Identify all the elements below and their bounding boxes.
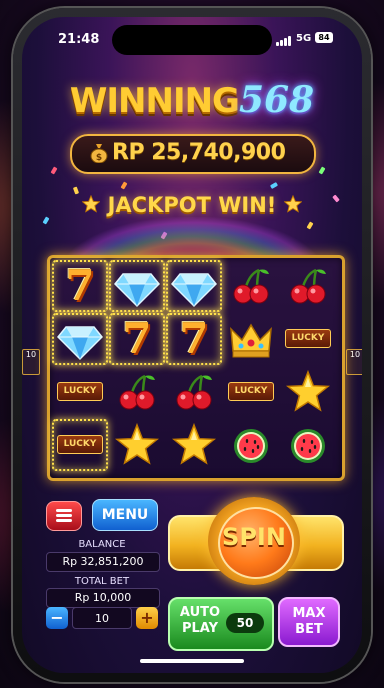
star-icon [280,366,336,418]
star-icon [166,419,222,471]
paylines-left-badge: 10 [22,349,40,375]
reel-cell: 7 [52,260,108,312]
bet-step-value: 10 [72,607,132,629]
watermelon-icon [280,419,336,471]
logo-word: WINNING [69,81,240,121]
game-screen: 21:48 5G 84 WINNING568 $ RP 25,740,900 J… [22,17,362,673]
watermelon-icon [223,419,279,471]
reel-cell [223,313,279,365]
autoplay-label-line1: AUTO [179,605,221,620]
autoplay-button[interactable]: AUTO PLAY 50 [168,597,274,651]
menu-button[interactable]: MENU [92,499,158,531]
diamond-icon [166,260,222,312]
lucky-icon: LUCKY [57,435,103,454]
paylines-right-badge: 10 [346,349,362,375]
seven-icon: 7 [179,314,209,363]
reel-cell: 7 [109,313,165,365]
autoplay-label-line2: PLAY [181,621,219,636]
cherry-icon [109,366,165,418]
dynamic-island [112,25,272,55]
maxbet-label-line2: BET [295,622,323,637]
maxbet-label-line1: MAX [292,606,326,621]
reel-cell: LUCKY [223,366,279,418]
reel-cell [223,260,279,312]
jackpot-balance-value: RP 25,740,900 [112,140,286,165]
bet-increase-button[interactable]: + [136,607,158,629]
reel-cell: LUCKY [280,313,336,365]
crown-icon [223,313,279,365]
status-bar: 21:48 5G 84 [22,17,362,57]
reel-cell [166,260,222,312]
network-label: 5G [296,33,312,44]
diamond-icon [109,260,165,312]
logo-number: 568 [238,79,315,121]
bet-stepper: − 10 + [46,607,158,629]
spin-label: SPIN [222,523,286,551]
reel-cell [280,260,336,312]
diamond-icon [52,313,108,365]
money-bag-icon: $ [90,144,108,163]
cherry-icon [280,260,336,312]
game-logo: WINNING568 [22,79,362,121]
bet-decrease-button[interactable]: − [46,607,68,629]
seven-icon: 7 [122,314,152,363]
hamburger-menu-button[interactable] [46,501,82,531]
max-bet-button[interactable]: MAX BET [278,597,340,647]
lucky-icon: LUCKY [228,382,274,401]
reel-cell [109,366,165,418]
jackpot-balance-pill: $ RP 25,740,900 [70,134,316,174]
cherry-icon [223,260,279,312]
seven-icon: 7 [65,261,95,310]
total-bet-value: Rp 10,000 [46,588,160,608]
total-bet-label: TOTAL BET [74,576,130,587]
lucky-icon: LUCKY [57,382,103,401]
reel-cell: 7 [166,313,222,365]
reel-cell [280,419,336,471]
reel-cell [109,419,165,471]
reel-cell [223,419,279,471]
jackpot-win-banner: JACKPOT WIN! [107,193,277,217]
reel-cell: LUCKY [52,366,108,418]
reel-cell [52,313,108,365]
battery-icon: 84 [315,32,333,43]
balance-value: Rp 32,851,200 [46,552,160,572]
reel-cell: LUCKY [52,419,108,471]
signal-icon [276,35,292,46]
reel-cell [109,260,165,312]
spin-control: SPIN [168,495,344,587]
lucky-icon: LUCKY [285,329,331,348]
reel-cell [166,366,222,418]
slot-reels-grid: 7 7 7 LUCKY LUCKY LUCKY LUCKY [47,255,345,481]
autoplay-label: AUTO PLAY [178,605,222,637]
reel-cell [280,366,336,418]
balance-label: BALANCE [78,539,126,550]
star-icon [109,419,165,471]
svg-text:$: $ [96,153,102,163]
status-time: 21:48 [58,32,100,47]
autoplay-count: 50 [226,613,264,633]
cherry-icon [166,366,222,418]
reel-cell [166,419,222,471]
home-indicator[interactable] [140,659,244,663]
